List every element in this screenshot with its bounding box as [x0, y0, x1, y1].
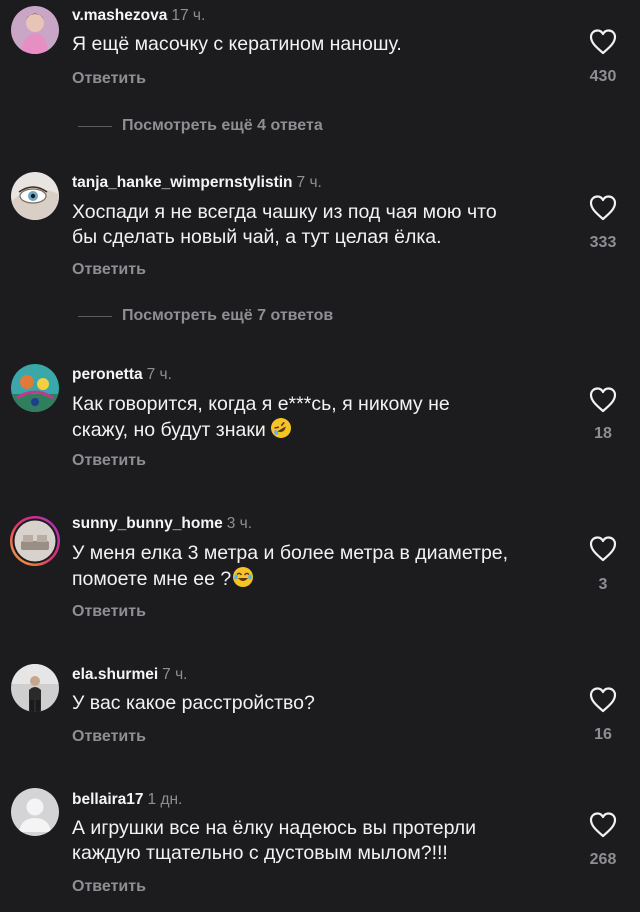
reply-button[interactable]: Ответить: [72, 878, 146, 896]
like-button[interactable]: [586, 384, 620, 414]
avatar[interactable]: [9, 515, 61, 567]
comment-text: У меня елка 3 метра и более метра в диам…: [72, 541, 572, 595]
like-count: 333: [589, 234, 617, 251]
reply-button[interactable]: Ответить: [72, 452, 146, 470]
reply-button[interactable]: Ответить: [72, 603, 146, 621]
username[interactable]: tanja_hanke_wimpernstylistin: [72, 174, 293, 191]
heart-outline-icon: [589, 29, 617, 55]
like-count: 268: [589, 851, 617, 868]
like-count: 16: [594, 726, 612, 743]
username[interactable]: sunny_bunny_home: [72, 515, 223, 532]
timestamp: 7 ч.: [146, 366, 172, 383]
heart-outline-icon: [589, 387, 617, 413]
like-count: 3: [598, 576, 608, 593]
avatar[interactable]: [11, 172, 59, 220]
username[interactable]: peronetta: [72, 366, 143, 383]
avatar[interactable]: [11, 364, 59, 412]
username[interactable]: v.mashezova: [72, 7, 167, 24]
like-button[interactable]: [586, 533, 620, 563]
comment-text: У вас какое расстройство?: [72, 692, 315, 714]
divider: [78, 315, 112, 317]
comment-text: Хоспади я не всегда чашку из под чая мою…: [72, 201, 497, 248]
heart-outline-icon: [589, 536, 617, 562]
view-more-replies[interactable]: Посмотреть ещё 7 ответов: [78, 304, 333, 328]
comment-text: Я ещё масочку с кератином наношу.: [72, 33, 402, 55]
like-count: 430: [589, 68, 617, 85]
rolling-on-floor-laughing-emoji: [270, 417, 292, 446]
divider: [78, 125, 112, 127]
avatar[interactable]: [11, 788, 59, 836]
tears-of-joy-emoji: [232, 566, 254, 595]
like-button[interactable]: [586, 26, 620, 56]
view-more-label: Посмотреть ещё 4 ответа: [122, 117, 323, 134]
view-more-replies[interactable]: Посмотреть ещё 4 ответа: [78, 114, 323, 138]
comment-text: А игрушки все на ёлку надеюсь вы протерл…: [72, 817, 477, 864]
avatar[interactable]: [11, 664, 59, 712]
like-button[interactable]: [586, 684, 620, 714]
like-count: 18: [594, 425, 612, 442]
timestamp: 17 ч.: [171, 7, 206, 24]
timestamp: 7 ч.: [162, 666, 188, 683]
heart-outline-icon: [589, 812, 617, 838]
username[interactable]: ela.shurmei: [72, 666, 158, 683]
username[interactable]: bellaira17: [72, 791, 144, 808]
reply-button[interactable]: Ответить: [72, 261, 146, 279]
comment-text: Как говорится, когда я е***сь, я никому …: [72, 392, 572, 446]
like-button[interactable]: [586, 809, 620, 839]
view-more-label: Посмотреть ещё 7 ответов: [122, 307, 334, 324]
timestamp: 1 дн.: [147, 791, 183, 808]
reply-button[interactable]: Ответить: [72, 70, 146, 88]
reply-button[interactable]: Ответить: [72, 728, 146, 746]
heart-outline-icon: [589, 687, 617, 713]
like-button[interactable]: [586, 192, 620, 222]
heart-outline-icon: [589, 195, 617, 221]
avatar[interactable]: [11, 6, 59, 54]
timestamp: 3 ч.: [226, 515, 253, 532]
timestamp: 7 ч.: [296, 174, 322, 191]
